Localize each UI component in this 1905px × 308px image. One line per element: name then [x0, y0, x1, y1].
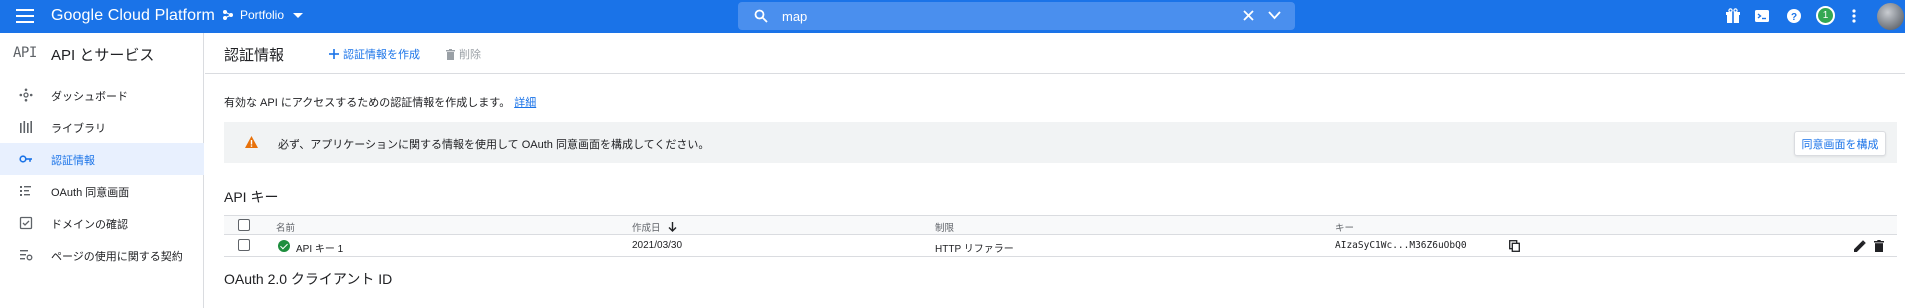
search-bar[interactable]: map [738, 2, 1295, 30]
sidebar-item-label: OAuth 同意画面 [51, 187, 130, 199]
arrow-down-icon [668, 222, 677, 232]
domain-check-icon [19, 216, 33, 230]
project-selector[interactable]: Portfolio [222, 8, 304, 22]
search-icon [754, 9, 768, 23]
delete-label: 削除 [459, 49, 481, 61]
expand-icon[interactable] [1268, 10, 1281, 20]
select-all-checkbox[interactable] [238, 219, 250, 231]
row-checkbox[interactable] [238, 239, 250, 251]
sidebar-item-library[interactable]: ライブラリ [0, 111, 204, 143]
trash-icon [446, 48, 455, 60]
banner-text: 必ず、アプリケーションに関する情報を使用して OAuth 同意画面を構成してくだ… [278, 139, 710, 151]
copy-icon[interactable] [1509, 240, 1520, 252]
project-name: Portfolio [240, 8, 285, 22]
svg-text:?: ? [1791, 12, 1797, 23]
details-link[interactable]: 詳細 [514, 97, 536, 109]
sidebar-title: API とサービス [51, 47, 155, 64]
menu-icon[interactable] [16, 9, 34, 23]
page-title: 認証情報 [224, 47, 285, 64]
help-icon[interactable]: ? [1786, 8, 1802, 24]
api-key-name[interactable]: API キー 1 [296, 240, 343, 255]
create-credentials-button[interactable]: 認証情報を作成 [329, 46, 420, 62]
delete-button[interactable]: 削除 [446, 46, 481, 62]
sidebar-item-domain-verification[interactable]: ドメインの確認 [0, 207, 204, 239]
sidebar-item-credentials[interactable]: 認証情報 [0, 143, 204, 175]
cloud-shell-icon[interactable] [1754, 8, 1770, 24]
column-header-restriction: 制限 [935, 223, 955, 234]
clear-icon[interactable] [1242, 9, 1255, 22]
edit-icon[interactable] [1854, 240, 1866, 252]
search-input[interactable]: map [782, 9, 807, 24]
sidebar-header: API API とサービス [0, 33, 204, 74]
column-header-created-label: 作成日 [632, 223, 661, 234]
sidebar-item-oauth-consent[interactable]: OAuth 同意画面 [0, 175, 204, 207]
sidebar-item-label: ページの使用に関する契約 [51, 251, 183, 263]
sidebar-item-label: ドメインの確認 [51, 219, 128, 231]
app-title[interactable]: Google Cloud Platform [51, 7, 215, 25]
project-icon [223, 10, 233, 20]
sidebar-item-dashboard[interactable]: ダッシュボード [0, 79, 204, 111]
plus-icon [329, 49, 339, 59]
create-credentials-label: 認証情報を作成 [343, 49, 420, 61]
sidebar: API API とサービス ダッシュボード ライブラリ 認証情報 OAuth 同… [0, 33, 204, 308]
sidebar-item-label: 認証情報 [51, 155, 95, 167]
warning-banner: 必ず、アプリケーションに関する情報を使用して OAuth 同意画面を構成してくだ… [224, 122, 1897, 163]
top-app-bar: Google Cloud Platform Portfolio map ? 1 [0, 0, 1905, 33]
main-content: 認証情報 認証情報を作成 削除 有効な API にアクセスするための認証情報を作… [205, 33, 1905, 308]
oauth-clients-title: OAuth 2.0 クライアント ID [224, 271, 393, 287]
sidebar-item-label: ダッシュボード [51, 91, 128, 103]
agreement-icon [20, 250, 33, 261]
notification-badge[interactable]: 1 [1816, 6, 1835, 25]
table-row[interactable]: API キー 1 2021/03/30 HTTP リファラー AIzaSyC1W… [224, 235, 1897, 257]
page-description: 有効な API にアクセスするための認証情報を作成します。 詳細 [224, 94, 536, 110]
avatar[interactable] [1877, 3, 1904, 30]
sidebar-item-label: ライブラリ [51, 123, 106, 135]
trash-icon[interactable] [1874, 240, 1884, 252]
gift-icon[interactable] [1725, 8, 1741, 24]
api-keys-title: API キー [224, 189, 279, 205]
more-vert-icon[interactable] [1851, 8, 1857, 24]
dashboard-icon [19, 88, 33, 102]
library-icon [20, 121, 32, 133]
api-key-created: 2021/03/30 [632, 240, 683, 251]
table-header: 名前 作成日 制限 キー [224, 215, 1897, 235]
consent-icon [20, 186, 31, 196]
column-header-name[interactable]: 名前 [276, 220, 295, 234]
api-logo: API [13, 45, 37, 61]
page-header: 認証情報 認証情報を作成 削除 [205, 33, 1905, 74]
configure-consent-button[interactable]: 同意画面を構成 [1794, 131, 1886, 156]
api-key-restriction: HTTP リファラー [935, 244, 1014, 255]
chevron-down-icon [293, 12, 304, 18]
sidebar-item-page-usage-agreements[interactable]: ページの使用に関する契約 [0, 239, 204, 271]
status-ok-icon [278, 240, 290, 252]
column-header-key: キー [1335, 223, 1355, 234]
api-key-value: AIzaSyC1Wc...M36Z6uObQ0 [1335, 240, 1467, 251]
key-icon [19, 155, 32, 163]
description-text: 有効な API にアクセスするための認証情報を作成します。 [224, 97, 511, 109]
column-header-created[interactable]: 作成日 [632, 220, 677, 234]
warning-icon [245, 136, 258, 148]
